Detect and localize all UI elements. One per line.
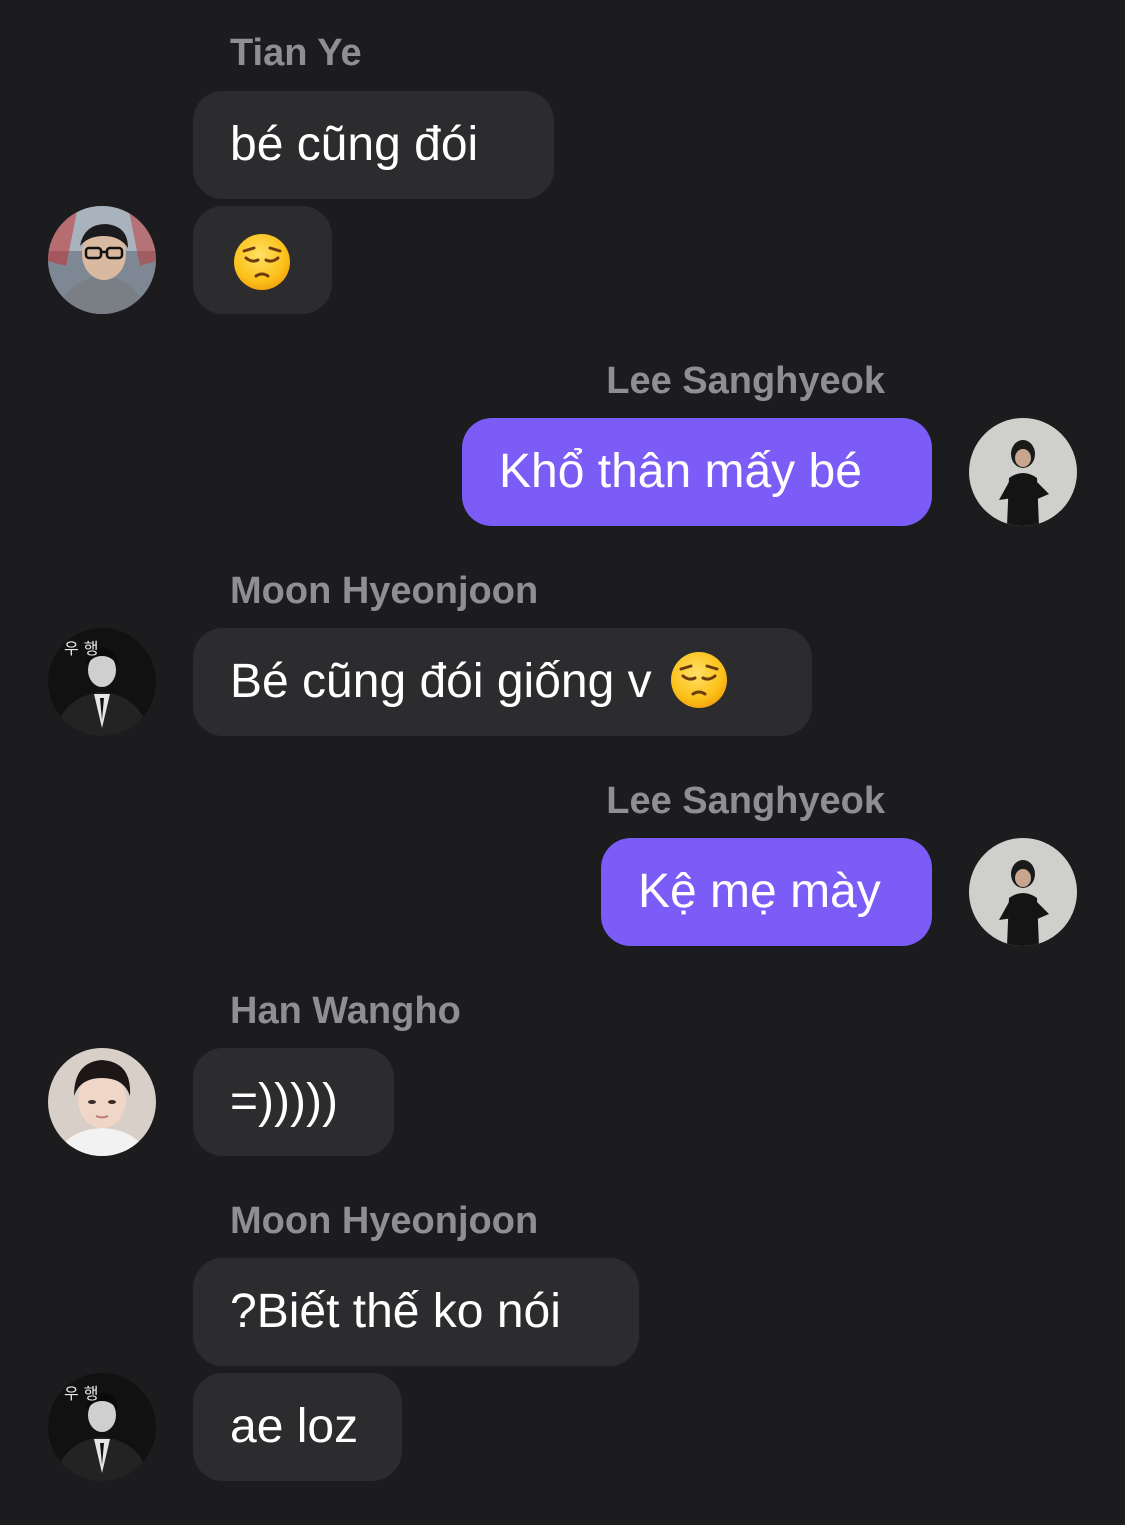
message-bubble[interactable]: bé cũng đói <box>193 91 554 199</box>
pensive-face-icon <box>670 652 727 709</box>
message-text: bé cũng đói <box>230 118 479 171</box>
pensive-face-icon <box>234 234 290 290</box>
avatar[interactable] <box>969 838 1077 946</box>
message-bubble[interactable]: ?Biết thế ko nói <box>193 1258 639 1366</box>
message-bubble[interactable]: Bé cũng đói giống v <box>193 628 812 736</box>
message-bubble[interactable]: Kệ mẹ mày <box>601 838 932 946</box>
avatar-watermark: 우 행 <box>64 639 99 658</box>
message-bubble[interactable]: ae loz <box>193 1373 402 1481</box>
sender-name: Lee Sanghyeok <box>606 360 885 402</box>
message-text: ae loz <box>230 1400 359 1453</box>
avatar[interactable] <box>48 206 156 314</box>
avatar[interactable] <box>48 1048 156 1156</box>
avatar[interactable]: 우 행 <box>48 628 156 736</box>
sender-name: Han Wangho <box>230 990 461 1032</box>
sender-name: Moon Hyeonjoon <box>230 570 539 612</box>
avatar[interactable] <box>969 418 1077 526</box>
message-text: Kệ mẹ mày <box>638 865 881 918</box>
message-text: =))))) <box>230 1075 338 1128</box>
message-bubble[interactable]: =))))) <box>193 1048 394 1156</box>
message-text: ?Biết thế ko nói <box>230 1285 561 1338</box>
message-bubble[interactable]: Khổ thân mấy bé <box>462 418 932 526</box>
message-text: Bé cũng đói giống v <box>230 655 652 708</box>
message-bubble[interactable] <box>193 206 332 314</box>
avatar[interactable]: 우 행 <box>48 1373 156 1481</box>
message-text: Khổ thân mấy bé <box>499 445 862 498</box>
sender-name: Moon Hyeonjoon <box>230 1200 539 1242</box>
sender-name: Tian Ye <box>230 32 362 74</box>
avatar-watermark: 우 행 <box>64 1384 99 1403</box>
sender-name: Lee Sanghyeok <box>606 780 885 822</box>
